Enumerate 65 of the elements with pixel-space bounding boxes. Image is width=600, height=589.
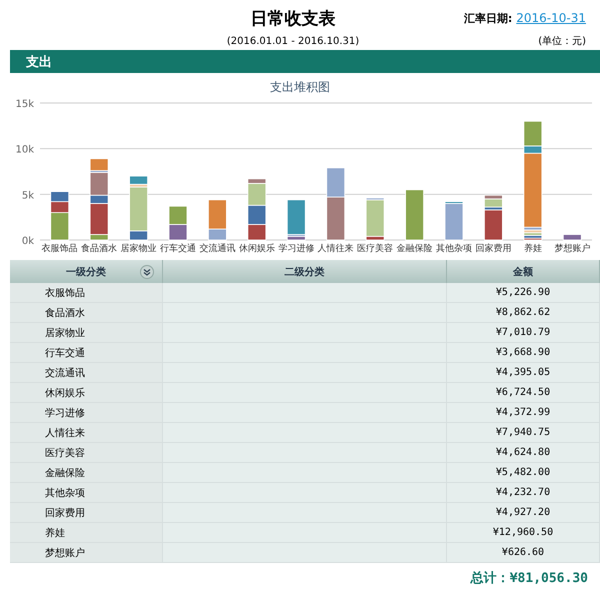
category-cell: 梦想账户 [10,543,163,563]
amount-cell: ¥7,940.75 [447,423,600,443]
category-cell: 交流通讯 [10,363,163,383]
category-cell: 食品酒水 [10,303,163,323]
category-cell: 衣服饰品 [10,283,163,303]
category-cell: 回家费用 [10,503,163,523]
column-header: 金额 [447,260,600,283]
column-header: 二级分类 [163,260,447,283]
section-title: 支出 [25,54,52,70]
axis-category-label: 梦想账户 [554,244,590,254]
axis-category-label: 金融保险 [396,244,433,254]
report-period: (2016.01.01 - 2016.10.31) [226,36,360,46]
amount-cell: ¥626.60 [447,543,600,563]
amount-cell: ¥8,862.62 [447,303,600,323]
axis-tick-label: 0k [22,236,34,247]
rate-date-label: 汇率日期: [464,11,512,26]
bar-segment [405,189,424,240]
axis-category-label: 行车交通 [160,244,196,254]
amount-cell: ¥5,226.90 [447,283,600,303]
rate-date-link[interactable]: 2016-10-31 [516,11,586,25]
expand-icon[interactable] [140,265,154,279]
bar-segment [168,206,188,225]
axis-category-label: 衣服饰品 [42,244,78,254]
category-cell: 养娃 [10,523,163,543]
amount-cell: ¥6,724.50 [447,383,600,403]
axis-category-label: 其他杂项 [436,244,472,254]
bar-segment [562,234,582,240]
bar-segment [50,191,70,202]
axis-tick-label: 15k [15,99,34,110]
bar-segment [168,224,188,240]
amount-cell: ¥12,960.50 [447,523,600,543]
axis-tick-label: 5k [22,190,34,202]
axis-category-label: 养娃 [524,244,542,254]
amount-cell: ¥4,372.99 [447,403,600,423]
amount-cell: ¥4,395.05 [447,363,600,383]
axis-category-label: 休闲娱乐 [238,244,275,254]
category-cell: 行车交通 [10,343,163,363]
category-cell: 其他杂项 [10,483,163,503]
axis-category-label: 人情往来 [318,244,354,254]
total-amount: 总计：¥81,056.30 [470,570,588,587]
amount-cell: ¥7,010.79 [447,323,600,343]
amount-cell: ¥3,668.90 [447,343,600,363]
axis-category-label: 食品酒水 [81,244,118,254]
axis-category-label: 回家费用 [475,244,512,254]
amount-cell: ¥4,624.80 [447,443,600,463]
amount-cell: ¥4,927.20 [447,503,600,523]
unit-label: (单位：元) [538,34,586,48]
axis-tick-label: 10k [15,144,34,156]
category-cell: 医疗美容 [10,443,163,463]
category-cell: 人情往来 [10,423,163,443]
axis-category-label: 学习进修 [278,244,314,254]
amount-cell: ¥5,482.00 [447,463,600,483]
bar-segment [247,204,266,225]
category-cell: 金融保险 [10,463,163,483]
axis-category-label: 交流通讯 [199,244,236,254]
report-title: 日常收支表 [250,8,336,31]
amount-cell: ¥4,232.70 [447,483,600,503]
axis-category-label: 医疗美容 [357,244,394,254]
chart-title: 支出堆积图 [269,79,331,95]
bar-segment [247,224,266,240]
axis-category-label: 居家物业 [120,244,157,254]
category-cell: 居家物业 [10,323,163,343]
column-header[interactable]: 一级分类 [10,260,163,283]
category-cell: 学习进修 [10,403,163,423]
category-cell: 休闲娱乐 [10,383,163,403]
